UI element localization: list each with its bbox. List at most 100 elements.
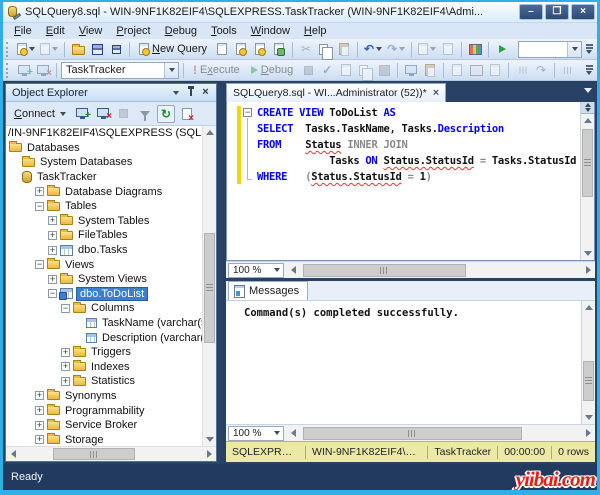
tree-item-columns[interactable]: −Columns xyxy=(6,301,202,316)
tab-sqlquery8[interactable]: SQLQuery8.sql - WI...Administrator (52))… xyxy=(226,83,446,102)
scroll-left-icon[interactable] xyxy=(286,426,300,441)
save-all-icon[interactable] xyxy=(107,40,125,58)
messages-zoom-combo[interactable]: 100 % xyxy=(228,426,284,441)
database-combo[interactable]: TaskTracker xyxy=(61,62,179,79)
chevron-down-icon[interactable] xyxy=(567,42,581,57)
copy-icon[interactable] xyxy=(316,40,334,58)
paste-icon[interactable] xyxy=(335,40,353,58)
scroll-up-icon[interactable] xyxy=(581,114,594,127)
maximize-button[interactable]: ❐ xyxy=(545,4,569,20)
navigate-backward-icon[interactable] xyxy=(416,40,438,58)
new-query-window-icon[interactable] xyxy=(15,40,37,58)
collapse-icon[interactable]: − xyxy=(48,289,57,298)
tree-item-tables[interactable]: −Tables xyxy=(6,199,202,214)
disconnect-icon[interactable] xyxy=(34,61,52,79)
menu-project[interactable]: Project xyxy=(109,24,157,38)
results-to-grid-icon[interactable] xyxy=(467,61,485,79)
messages-vertical-scrollbar[interactable] xyxy=(581,301,595,424)
close-button[interactable]: × xyxy=(571,4,595,20)
menu-view[interactable]: View xyxy=(72,24,110,38)
chevron-down-icon[interactable] xyxy=(164,63,178,78)
intellisense-icon[interactable] xyxy=(375,61,393,79)
collapse-icon[interactable]: − xyxy=(35,202,44,211)
comment-icon[interactable] xyxy=(513,61,531,79)
stop-icon[interactable] xyxy=(115,105,133,123)
undo-icon[interactable]: ↶ xyxy=(362,40,384,58)
display-estimated-plan-icon[interactable] xyxy=(337,61,355,79)
new-analysis-query-icon[interactable] xyxy=(232,40,250,58)
layout-icon[interactable] xyxy=(38,40,60,58)
close-icon[interactable]: × xyxy=(198,86,213,100)
tree-item-dbo-tasks[interactable]: +dbo.Tasks xyxy=(6,243,202,258)
tree-vertical-scrollbar[interactable] xyxy=(202,126,216,446)
tree-item-filetables[interactable]: +FileTables xyxy=(6,228,202,243)
include-actual-plan-icon[interactable] xyxy=(402,61,420,79)
scrollbar-thumb[interactable] xyxy=(53,448,135,460)
panel-splitter[interactable] xyxy=(217,83,226,462)
scroll-right-icon[interactable] xyxy=(202,447,216,461)
tab-messages[interactable]: Messages xyxy=(228,281,308,300)
collapse-region-icon[interactable]: − xyxy=(243,108,252,117)
scroll-right-icon[interactable] xyxy=(581,263,595,278)
window-position-icon[interactable] xyxy=(168,86,183,100)
debug-button[interactable]: Debug xyxy=(246,61,298,79)
code-area[interactable]: −CREATE VIEW ToDoList ASSELECT Tasks.Tas… xyxy=(227,102,579,260)
tree-item-system-databases[interactable]: System Databases xyxy=(6,155,202,170)
toolbar-overflow-button[interactable] xyxy=(583,44,595,54)
expand-icon[interactable]: + xyxy=(48,231,57,240)
scrollbar-thumb[interactable] xyxy=(303,427,522,440)
scroll-down-icon[interactable] xyxy=(203,433,216,446)
scroll-left-icon[interactable] xyxy=(6,447,20,461)
scrollbar-thumb[interactable] xyxy=(582,129,593,197)
query-options-icon[interactable] xyxy=(356,61,374,79)
expand-icon[interactable]: + xyxy=(35,435,44,444)
expand-icon[interactable]: + xyxy=(35,391,44,400)
collapse-icon[interactable]: − xyxy=(35,260,44,269)
tab-close-icon[interactable]: × xyxy=(433,88,439,99)
toolbar-grip[interactable] xyxy=(6,42,11,57)
menu-tools[interactable]: Tools xyxy=(204,24,244,38)
disconnect-server-icon[interactable] xyxy=(94,105,112,123)
filter-icon[interactable] xyxy=(136,105,154,123)
new-xmla-query-icon[interactable] xyxy=(270,40,288,58)
scrollbar-thumb[interactable] xyxy=(583,361,594,401)
results-to-file-icon[interactable] xyxy=(486,61,504,79)
scrollbar-thumb[interactable] xyxy=(204,233,215,343)
tree-item-system-tables[interactable]: +System Tables xyxy=(6,214,202,229)
menu-help[interactable]: Help xyxy=(297,24,334,38)
pin-icon[interactable] xyxy=(183,86,198,100)
expand-icon[interactable]: + xyxy=(61,348,70,357)
uncomment-icon[interactable]: ↷ xyxy=(532,61,550,79)
expand-icon[interactable]: + xyxy=(48,246,57,255)
expand-icon[interactable]: + xyxy=(48,216,57,225)
menu-edit[interactable]: Edit xyxy=(39,24,72,38)
open-file-icon[interactable] xyxy=(69,40,87,58)
connect-server-icon[interactable] xyxy=(73,105,91,123)
script-error-icon[interactable] xyxy=(178,105,196,123)
tree-item-triggers[interactable]: +Triggers xyxy=(6,345,202,360)
navigate-forward-icon[interactable] xyxy=(439,40,457,58)
tree-item-synonyms[interactable]: +Synonyms xyxy=(6,389,202,404)
tree-item-storage[interactable]: +Storage xyxy=(6,432,202,446)
object-explorer-header[interactable]: Object Explorer × xyxy=(6,84,216,102)
tree-item-system-views[interactable]: +System Views xyxy=(6,272,202,287)
tree-item-statistics[interactable]: +Statistics xyxy=(6,374,202,389)
toolbar-overflow-button[interactable] xyxy=(583,65,595,75)
start-powershell-icon[interactable] xyxy=(493,40,511,58)
connect-button[interactable]: Connect xyxy=(10,107,70,121)
expand-icon[interactable]: + xyxy=(61,377,70,386)
scrollbar-thumb[interactable] xyxy=(303,264,466,277)
parse-icon[interactable]: ✓ xyxy=(318,61,336,79)
code-line-2[interactable]: SELECT Tasks.TaskName, Tasks.Description xyxy=(257,121,579,137)
scroll-down-icon[interactable] xyxy=(582,411,595,424)
minimize-button[interactable]: – xyxy=(519,4,543,20)
connect-icon[interactable] xyxy=(15,61,33,79)
tree-item-tasktracker[interactable]: TaskTracker xyxy=(6,170,202,185)
expand-icon[interactable]: + xyxy=(35,187,44,196)
cut-icon[interactable]: ✂ xyxy=(297,40,315,58)
tree-item-in-9nf1k82eif4-sqlexpress-sql-[interactable]: /IN-9NF1K82EIF4\SQLEXPRESS (SQL Server 1… xyxy=(6,126,202,141)
indent-icon[interactable] xyxy=(559,61,577,79)
stop-icon[interactable] xyxy=(299,61,317,79)
code-line-3[interactable]: FROM Status INNER JOIN xyxy=(257,137,579,153)
save-icon[interactable] xyxy=(88,40,106,58)
